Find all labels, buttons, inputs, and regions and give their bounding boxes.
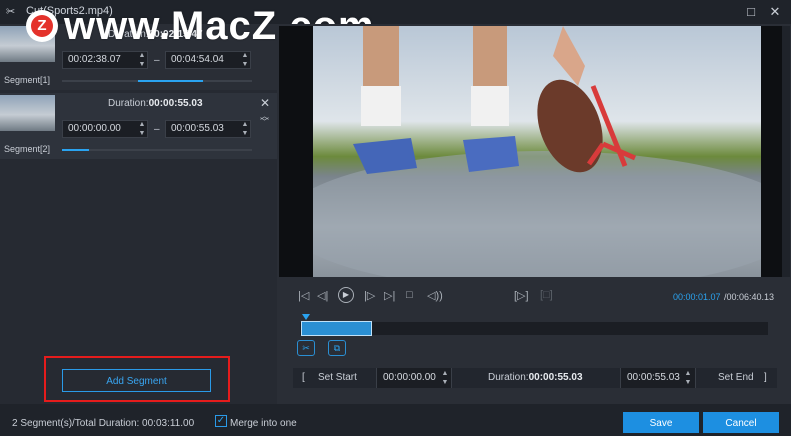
frame-forward-icon[interactable]: |▷	[364, 289, 375, 302]
merge-checkbox[interactable]: ✓	[215, 415, 227, 427]
close-bracket: ]	[764, 372, 767, 383]
skip-end-icon[interactable]: ▷|	[384, 289, 395, 302]
segment-thumbnail	[0, 95, 55, 131]
watermark-logo: Z	[26, 10, 58, 42]
stop-icon[interactable]: □	[406, 289, 413, 301]
cut-icon[interactable]: ✂	[297, 340, 315, 356]
end-spinner[interactable]: ▲ ▼	[239, 51, 251, 69]
maximize-button[interactable]: □	[743, 4, 759, 20]
start-time-spinner[interactable]: ▲ ▼	[439, 369, 451, 387]
set-end-button[interactable]: Set End	[718, 372, 754, 383]
segment-label: Segment[1]	[4, 75, 51, 85]
scissors-icon: ✂	[6, 6, 16, 18]
play-icon[interactable]: ▶	[338, 287, 354, 303]
start-spinner[interactable]: ▲ ▼	[136, 120, 148, 138]
segment-progress-fill	[62, 149, 89, 151]
copy-icon[interactable]: ⧉	[328, 340, 346, 356]
start-spinner[interactable]: ▲ ▼	[136, 51, 148, 69]
open-bracket: [	[302, 372, 305, 383]
playhead-marker[interactable]	[302, 314, 310, 320]
move-down-icon[interactable]: ﹀	[260, 115, 269, 128]
merge-label[interactable]: Merge into one	[230, 418, 297, 429]
volume-icon[interactable]: ◁))	[427, 289, 443, 302]
skip-start-icon[interactable]: |◁	[298, 289, 309, 302]
close-window-button[interactable]: ✕	[767, 4, 783, 20]
end-spinner[interactable]: ▲ ▼	[239, 120, 251, 138]
timeline-selection[interactable]	[301, 321, 372, 336]
segment-item-2[interactable]: Duration:00:00:55.03 00:00:00.00 ▲ ▼ – 00…	[0, 93, 277, 159]
mark-in-icon[interactable]: [▷]	[514, 289, 529, 302]
range-dash: –	[154, 124, 160, 135]
segment-progress-fill	[138, 80, 203, 82]
total-duration-status: 2 Segment(s)/Total Duration: 00:03:11.00	[12, 418, 195, 429]
range-duration: Duration:00:00:55.03	[488, 372, 583, 383]
segment-progress-track	[62, 80, 252, 82]
segment-duration: Duration:00:00:55.03	[108, 98, 203, 109]
mark-out-icon[interactable]: [□]	[540, 289, 553, 301]
end-time-spinner[interactable]: ▲ ▼	[682, 369, 694, 387]
frame-back-icon[interactable]: ◁|	[317, 289, 328, 302]
current-time: 00:00:01.07	[673, 292, 721, 302]
save-button[interactable]: Save	[623, 412, 699, 433]
cancel-button[interactable]: Cancel	[703, 412, 779, 433]
segment-label: Segment[2]	[4, 144, 51, 154]
set-start-button[interactable]: Set Start	[318, 372, 357, 383]
video-scene	[313, 26, 761, 277]
range-dash: –	[154, 55, 160, 66]
total-time: /00:06:40.13	[724, 292, 775, 302]
video-scrollbar[interactable]	[782, 26, 790, 277]
watermark-logo-letter: Z	[31, 15, 53, 37]
video-frame	[313, 26, 761, 277]
segment-progress-track	[62, 149, 252, 151]
delete-segment-icon[interactable]: ✕	[260, 96, 270, 110]
add-segment-button[interactable]: Add Segment	[62, 369, 211, 392]
